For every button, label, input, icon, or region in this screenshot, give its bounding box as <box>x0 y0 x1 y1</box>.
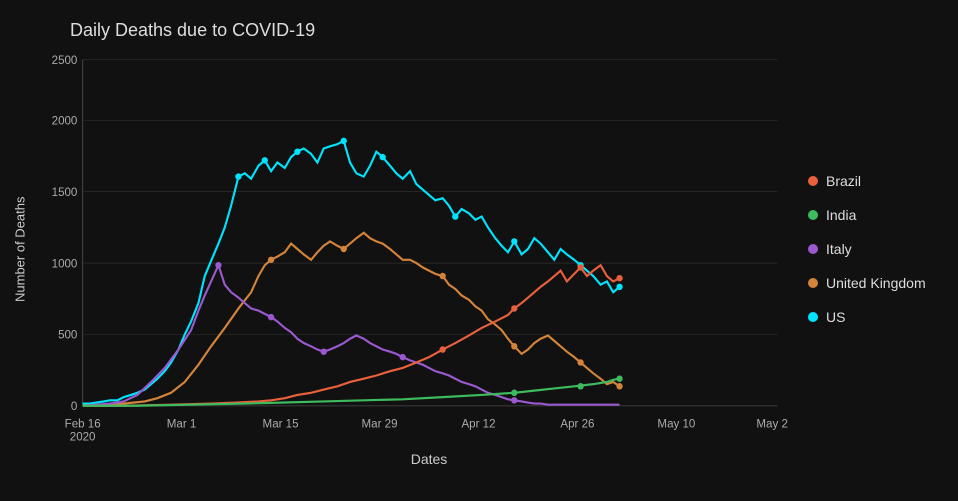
legend-item-india: India <box>808 207 948 223</box>
india-legend-label: India <box>826 207 856 223</box>
brazil-dot <box>440 346 446 352</box>
uk-line <box>83 233 620 406</box>
italy-legend-dot <box>808 244 818 254</box>
chart-svg: 0 500 1000 1500 2000 2500 Feb 16 2020 Ma… <box>30 49 788 449</box>
us-dot <box>616 284 622 290</box>
uk-dot <box>511 343 517 349</box>
uk-dot <box>268 257 274 263</box>
svg-text:Apr 26: Apr 26 <box>560 417 594 430</box>
us-dot <box>511 238 517 244</box>
brazil-dot <box>616 275 622 281</box>
us-dot <box>235 173 241 179</box>
us-dot <box>380 154 386 160</box>
brazil-dot <box>577 264 583 270</box>
italy-dot <box>400 354 406 360</box>
italy-line <box>83 265 620 406</box>
india-dot <box>577 383 583 389</box>
brazil-line <box>83 265 620 406</box>
italy-dot <box>321 348 327 354</box>
uk-legend-dot <box>808 278 818 288</box>
chart-inner: 0 500 1000 1500 2000 2500 Feb 16 2020 Ma… <box>30 49 788 449</box>
uk-legend-label: United Kingdom <box>826 275 926 291</box>
us-dot <box>294 148 300 154</box>
italy-legend-label: Italy <box>826 241 852 257</box>
svg-text:0: 0 <box>71 400 78 413</box>
svg-text:2500: 2500 <box>52 54 78 67</box>
brazil-dot <box>511 305 517 311</box>
india-dot <box>616 375 622 381</box>
svg-text:500: 500 <box>58 329 78 342</box>
us-legend-dot <box>808 312 818 322</box>
svg-text:Apr 12: Apr 12 <box>461 417 495 430</box>
legend-item-us: US <box>808 309 948 325</box>
uk-dot <box>616 383 622 389</box>
legend-item-italy: Italy <box>808 241 948 257</box>
legend-item-brazil: Brazil <box>808 173 948 189</box>
svg-text:2000: 2000 <box>52 115 78 128</box>
brazil-legend-dot <box>808 176 818 186</box>
svg-text:Mar 29: Mar 29 <box>362 417 398 430</box>
svg-text:Mar 1: Mar 1 <box>167 417 197 430</box>
svg-text:May 10: May 10 <box>657 417 695 430</box>
india-legend-dot <box>808 210 818 220</box>
us-line <box>83 141 620 404</box>
legend: Brazil India Italy United Kingdom US <box>788 49 948 449</box>
svg-text:1000: 1000 <box>52 257 78 270</box>
italy-dot <box>268 314 274 320</box>
svg-text:2020: 2020 <box>70 430 96 443</box>
italy-dot <box>511 397 517 403</box>
us-dot <box>262 157 268 163</box>
india-dot <box>511 390 517 396</box>
chart-area: Number of Deaths 0 500 1000 1500 2000 <box>10 49 948 449</box>
y-axis-label: Number of Deaths <box>10 49 30 449</box>
chart-title: Daily Deaths due to COVID-19 <box>70 20 948 41</box>
svg-text:Feb 16: Feb 16 <box>65 417 101 430</box>
chart-container: Daily Deaths due to COVID-19 Number of D… <box>0 0 958 501</box>
uk-dot <box>341 246 347 252</box>
uk-dot <box>577 359 583 365</box>
italy-dot <box>215 262 221 268</box>
svg-text:May 24: May 24 <box>756 417 788 430</box>
svg-text:1500: 1500 <box>52 186 78 199</box>
us-dot <box>452 213 458 219</box>
us-legend-label: US <box>826 309 845 325</box>
x-axis-label: Dates <box>70 451 788 467</box>
brazil-legend-label: Brazil <box>826 173 861 189</box>
legend-item-uk: United Kingdom <box>808 275 948 291</box>
us-dot <box>341 138 347 144</box>
svg-text:Mar 15: Mar 15 <box>263 417 299 430</box>
uk-dot <box>440 273 446 279</box>
